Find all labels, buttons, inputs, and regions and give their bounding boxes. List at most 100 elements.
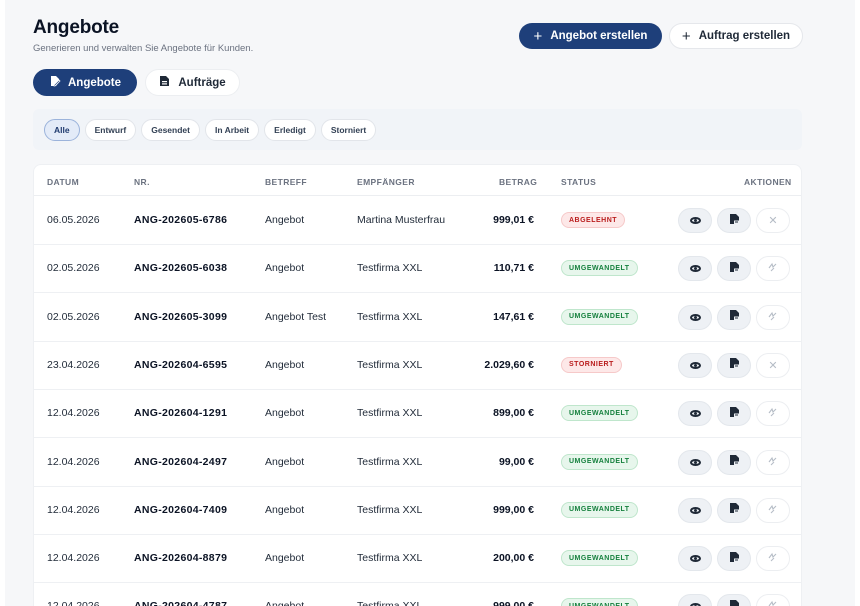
cell-nr[interactable]: ANG-202604-4787 (134, 600, 227, 606)
plus-icon: + (533, 27, 543, 45)
cell-empfaenger: Testfirma XXL (357, 600, 422, 606)
pdf-button[interactable] (717, 352, 751, 378)
pdf-button[interactable] (717, 208, 751, 233)
pdf-document-icon (729, 356, 740, 374)
cell-nr[interactable]: ANG-202604-6595 (134, 359, 227, 371)
cell-nr[interactable]: ANG-202604-8879 (134, 552, 227, 564)
eye-icon (689, 410, 701, 418)
convert-icon (768, 456, 778, 469)
cell-datum: 23.04.2026 (47, 358, 100, 371)
view-button[interactable] (678, 401, 712, 427)
cell-betreff: Angebot (265, 552, 305, 565)
view-button[interactable] (678, 497, 712, 523)
view-button[interactable] (678, 449, 712, 475)
cell-empfaenger: Martina Musterfrau (357, 214, 446, 226)
filter-gesendet[interactable]: Gesendet (141, 118, 200, 141)
page-title: Angebote (33, 17, 120, 38)
cell-betrag: 110,71 € (493, 262, 534, 275)
edit-document-icon (49, 75, 61, 90)
view-button[interactable] (678, 304, 712, 330)
status-badge: UMGEWANDELT (561, 453, 638, 470)
view-button[interactable] (678, 352, 712, 378)
tab-auftraege[interactable]: Aufträge (145, 69, 240, 96)
convert-button[interactable] (756, 304, 790, 330)
reject-button[interactable]: ✕ (756, 352, 790, 378)
table-row[interactable]: 12.04.2026 ANG-202604-1291 Angebot Testfirm… (34, 390, 801, 439)
table-row[interactable]: 23.04.2026 ANG-202604-6595 Angebot Testfirm… (34, 342, 801, 390)
cell-nr[interactable]: ANG-202604-7409 (134, 504, 227, 516)
pdf-document-icon (729, 598, 740, 606)
create-order-label: Auftrag erstellen (698, 30, 791, 42)
convert-button[interactable] (756, 594, 790, 606)
cell-nr[interactable]: ANG-202604-1291 (134, 407, 227, 419)
cell-datum: 02.05.2026 (47, 262, 100, 275)
column-header-status: STATUS (561, 177, 597, 187)
create-offer-button[interactable]: + Angebot erstellen (519, 23, 662, 49)
table-header: DATUM NR. BETREFF EMPFÄNGER BETRAG STATU… (34, 165, 801, 196)
status-badge: UMGEWANDELT (561, 260, 638, 277)
view-button[interactable] (678, 546, 712, 572)
pdf-button[interactable] (717, 594, 751, 606)
convert-button[interactable] (756, 497, 790, 523)
view-button[interactable] (678, 594, 712, 606)
table-row[interactable]: 12.04.2026 ANG-202604-4787 Angebot Testfirm… (34, 583, 801, 606)
cell-empfaenger: Testfirma XXL (357, 262, 423, 275)
pdf-button[interactable] (717, 256, 751, 282)
tab-angebote-label: Angebote (67, 76, 122, 89)
cell-betrag: 200,00 € (493, 552, 534, 565)
create-order-button[interactable]: + Auftrag erstellen (669, 23, 803, 49)
pdf-document-icon (729, 550, 740, 568)
filter-erledigt[interactable]: Erledigt (264, 118, 316, 141)
status-badge: UMGEWANDELT (561, 405, 638, 422)
pdf-document-icon (729, 405, 740, 423)
convert-icon (768, 407, 778, 420)
cell-betrag: 999,01 € (493, 214, 534, 226)
cell-nr[interactable]: ANG-202604-2497 (134, 456, 227, 468)
document-icon (159, 75, 170, 90)
cell-datum: 02.05.2026 (47, 310, 100, 323)
eye-icon (689, 313, 701, 321)
cell-nr[interactable]: ANG-202605-6038 (134, 262, 227, 274)
cell-betreff: Angebot (265, 358, 305, 371)
view-button[interactable] (678, 256, 712, 282)
convert-button[interactable] (756, 449, 790, 475)
convert-button[interactable] (756, 401, 790, 427)
cell-datum: 06.05.2026 (47, 214, 100, 226)
filter-alle[interactable]: Alle (44, 118, 80, 141)
column-header-datum: DATUM (47, 177, 80, 187)
convert-button[interactable] (756, 546, 790, 572)
status-filter-bar: Alle Entwurf Gesendet In Arbeit Erledigt… (33, 109, 802, 150)
view-button[interactable] (678, 208, 712, 233)
filter-in-arbeit[interactable]: In Arbeit (204, 118, 260, 141)
reject-button[interactable]: ✕ (756, 208, 790, 233)
table-row[interactable]: 12.04.2026 ANG-202604-8879 Angebot Testfirm… (34, 535, 801, 584)
table-row[interactable]: 06.05.2026 ANG-202605-6786 Angebot Martina … (34, 197, 801, 245)
table-row[interactable]: 02.05.2026 ANG-202605-3099 Angebot Test Tes… (34, 294, 801, 342)
cell-betrag: 999,00 € (493, 503, 534, 516)
cell-datum: 12.04.2026 (47, 407, 100, 420)
cell-betrag: 899,00 € (493, 407, 534, 420)
tab-angebote[interactable]: Angebote (33, 69, 137, 96)
table-row[interactable]: 12.04.2026 ANG-202604-2497 Angebot Testfirm… (34, 439, 801, 487)
pdf-button[interactable] (717, 497, 751, 523)
cell-nr[interactable]: ANG-202605-6786 (134, 214, 227, 226)
filter-storniert[interactable]: Storniert (320, 118, 377, 141)
status-badge: UMGEWANDELT (561, 308, 638, 325)
convert-button[interactable] (756, 256, 790, 282)
pdf-document-icon (729, 212, 740, 230)
pdf-document-icon (729, 453, 740, 471)
eye-icon (689, 555, 701, 563)
convert-icon (768, 600, 778, 606)
pdf-button[interactable] (717, 401, 751, 427)
cell-empfaenger: Testfirma XXL (357, 407, 423, 420)
cell-nr[interactable]: ANG-202605-3099 (134, 311, 227, 323)
cell-betreff: Angebot (265, 214, 305, 226)
pdf-button[interactable] (717, 304, 751, 330)
pdf-button[interactable] (717, 449, 751, 475)
filter-entwurf[interactable]: Entwurf (84, 118, 137, 141)
cell-empfaenger: Testfirma XXL (357, 358, 423, 371)
column-header-aktionen: AKTIONEN (744, 177, 792, 187)
table-row[interactable]: 12.04.2026 ANG-202604-7409 Angebot Testfirm… (34, 487, 801, 535)
table-row[interactable]: 02.05.2026 ANG-202605-6038 Angebot Testfirm… (34, 245, 801, 294)
pdf-button[interactable] (717, 546, 751, 572)
